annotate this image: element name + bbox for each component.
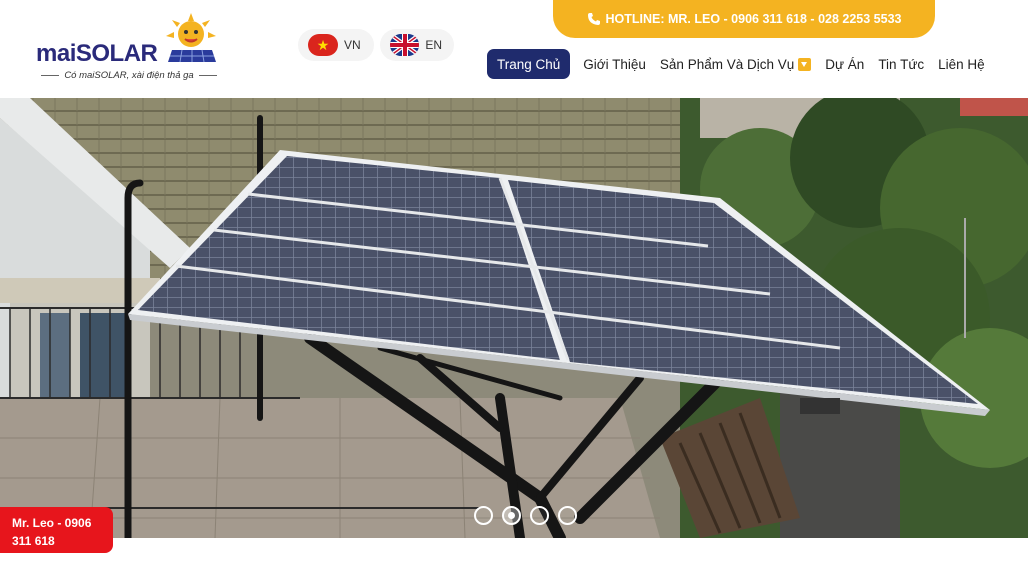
logo-text-mai: mai [36,40,76,67]
site-header: maiSOLAR Có maiSOLAR, xài điện thả ga ★ … [0,0,1028,98]
nav-item-label: Dự Án [825,56,865,72]
contact-call-badge[interactable]: Mr. Leo - 0906 311 618 [0,507,113,553]
phone-icon [587,12,601,26]
nav-item-label: Giới Thiệu [583,56,646,72]
site-logo[interactable]: maiSOLAR Có maiSOLAR, xài điện thả ga [36,12,226,84]
nav-item-label: Tin Tức [878,56,925,72]
sun-mascot-icon [166,13,216,63]
hero-solar-panel-image [0,98,1028,538]
hotline-text: HOTLINE: MR. LEO - 0906 311 618 - 028 22… [605,12,902,26]
slider-pagination [474,506,577,525]
nav-item-about[interactable]: Giới Thiệu [576,49,653,79]
contact-badge-line1: Mr. Leo - 0906 [12,516,92,530]
nav-item-news[interactable]: Tin Tức [871,49,931,79]
contact-badge-line2: 311 618 [12,534,55,548]
slider-dot-3[interactable] [530,506,549,525]
logo-text-solar: SOLAR [75,40,158,67]
nav-item-label: Trang Chủ [497,56,561,72]
page-bottom-strip [0,538,1028,578]
slider-dot-1[interactable] [474,506,493,525]
hero-slider[interactable] [0,98,1028,538]
language-vn-button[interactable]: ★ VN [298,29,374,61]
slider-dot-4[interactable] [558,506,577,525]
language-en-button[interactable]: EN [380,29,454,61]
logo-wordmark: maiSOLAR [36,40,158,68]
slider-dot-2[interactable] [502,506,521,525]
hotline-bar[interactable]: HOTLINE: MR. LEO - 0906 311 618 - 028 22… [553,0,935,38]
nav-item-projects[interactable]: Dự Án [818,49,871,79]
chevron-down-icon [798,57,812,71]
vn-flag-icon: ★ [308,34,338,56]
nav-item-home[interactable]: Trang Chủ [487,49,571,79]
language-vn-label: VN [344,38,361,52]
page: maiSOLAR Có maiSOLAR, xài điện thả ga ★ … [0,0,1028,578]
language-en-label: EN [425,38,442,52]
nav-item-label: Sản Phẩm Và Dịch Vụ [659,56,795,72]
main-nav: Trang Chủ Giới Thiệu Sản Phẩm Và Dịch Vụ… [487,48,992,80]
uk-flag-icon [390,34,420,56]
nav-item-products-services[interactable]: Sản Phẩm Và Dịch Vụ [653,49,818,79]
nav-item-label: Liên Hệ [938,56,985,72]
logo-tagline: Có maiSOLAR, xài điện thả ga [36,70,222,81]
nav-item-contact[interactable]: Liên Hệ [931,49,992,79]
